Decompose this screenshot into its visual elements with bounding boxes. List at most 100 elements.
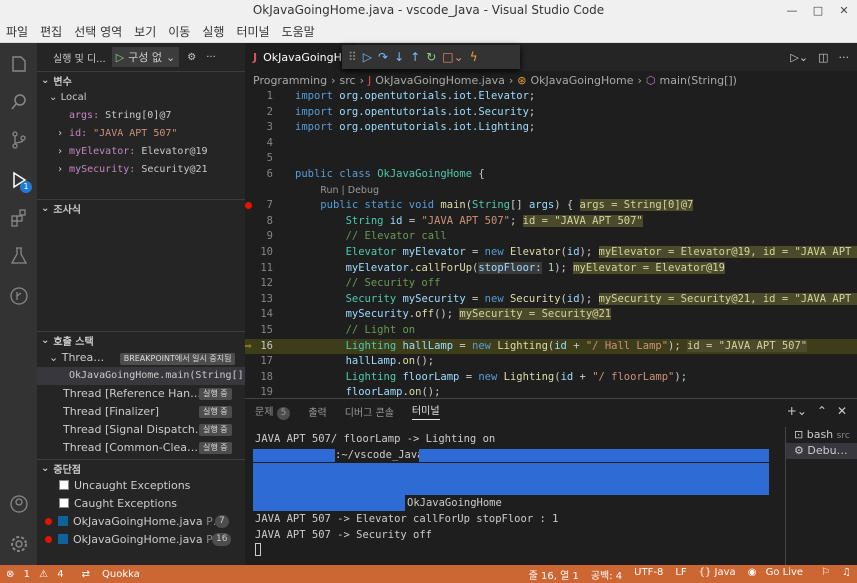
feedback-icon[interactable]: ⚐ <box>815 567 836 582</box>
redacted-block <box>253 479 769 495</box>
breakpoint-caught[interactable]: Caught Exceptions <box>37 495 245 513</box>
breadcrumb: Programming › src › J OkJavaGoingHome.java ›… <box>253 73 737 87</box>
variable-id[interactable]: › id: "JAVA APT 507" <box>37 125 245 143</box>
run-file-icon[interactable]: ▷⌄ <box>790 51 808 64</box>
variable-myelevator[interactable]: › myElevator: Elevator@19 <box>37 143 245 161</box>
breakpoint-uncaught[interactable]: Uncaught Exceptions <box>37 477 245 495</box>
debug-settings-icon[interactable]: ⚙ <box>187 52 196 63</box>
explorer-icon[interactable] <box>0 47 37 81</box>
checkbox[interactable] <box>59 480 69 490</box>
menu-view[interactable]: 보기 <box>128 23 162 40</box>
terminal-item-bash[interactable]: ⊡ bash src <box>786 427 857 443</box>
java-file-icon: J <box>253 50 258 64</box>
menu-edit[interactable]: 편집 <box>34 23 68 40</box>
variable-args[interactable]: args: String[0]@7 <box>37 107 245 125</box>
more-actions-icon[interactable]: ··· <box>839 51 850 64</box>
breakpoint-line-16[interactable]: OkJavaGoingHome.java P…16 <box>37 531 245 549</box>
more-actions-icon[interactable]: ··· <box>206 52 216 63</box>
terminal-output[interactable]: JAVA APT 507/ floorLamp -> Lighting on :… <box>253 431 775 559</box>
tab-problems[interactable]: 문제 5 <box>255 403 291 420</box>
tab-debug-console[interactable]: 디버그 콘솔 <box>345 404 394 419</box>
launch-config-select[interactable]: ▷ 구성 없 ⌄ <box>111 47 180 67</box>
redacted-block <box>419 449 769 462</box>
maximize-button[interactable]: □ <box>805 0 831 21</box>
checkbox[interactable] <box>59 498 69 508</box>
code-line: 14 mySecurity.off(); mySecurity = Securi… <box>260 308 612 321</box>
quokka-status[interactable]: Quokka <box>96 569 146 580</box>
menu-selection[interactable]: 선택 영역 <box>68 23 128 40</box>
gear-icon[interactable] <box>0 527 37 561</box>
run-debug-codelens[interactable]: Run | Debug <box>320 185 379 196</box>
thread-finalizer[interactable]: Thread [Finalizer] 실행 중 <box>37 403 245 421</box>
terminal-line: JAVA APT 507 -> Elevator callForUp stopF… <box>255 513 559 525</box>
problems-status[interactable]: ⊗ 1 ⚠ 4 <box>0 569 76 580</box>
git-graph-icon[interactable] <box>0 279 37 313</box>
step-over-icon[interactable]: ↷ <box>378 50 388 64</box>
stack-frame-main[interactable]: OkJavaGoingHome.main(String[]) <box>37 367 245 385</box>
current-breakpoint-icon: ⇨ <box>245 339 252 352</box>
menu-terminal[interactable]: 터미널 <box>230 23 275 40</box>
step-into-icon[interactable]: ↓ <box>394 50 404 64</box>
menu-help[interactable]: 도움말 <box>276 23 321 40</box>
thread-signal-dispatcher[interactable]: Thread [Signal Dispatch… 실행 중 <box>37 421 245 439</box>
code-line: 9 // Elevator call <box>266 230 447 243</box>
breakpoint-line-7[interactable]: OkJavaGoingHome.java P…7 <box>37 513 245 531</box>
run-debug-icon[interactable]: 1 <box>0 163 37 197</box>
variable-mysecurity[interactable]: › mySecurity: Security@21 <box>37 161 245 179</box>
restart-icon[interactable]: ↻ <box>426 50 436 64</box>
variables-header[interactable]: ⌄ 변수 <box>37 71 245 89</box>
tab-terminal[interactable]: 터미널 <box>411 402 440 420</box>
extensions-icon[interactable] <box>0 201 37 235</box>
config-label: 구성 없 <box>128 51 163 64</box>
menu-file[interactable]: 파일 <box>0 23 34 40</box>
terminal-item-debug[interactable]: ⚙ Debu… <box>786 443 857 459</box>
code-line: 8 String id = "JAVA APT 507"; id = "JAVA… <box>266 214 643 227</box>
code-line: 1 import org.opentutorials.iot.Elevator; <box>266 90 536 102</box>
cursor-position[interactable]: 줄 16, 열 1 <box>523 567 585 582</box>
step-out-icon[interactable]: ↑ <box>410 50 420 64</box>
menu-run[interactable]: 실행 <box>196 23 230 40</box>
watch-header[interactable]: ⌄ 조사식 <box>37 199 245 217</box>
editor: J OkJavaGoingHo ▷⌄ ◫ ··· ⠿ ▷ ↷ ↓ ↑ ↻ □⌄ ϟ… <box>245 43 857 398</box>
debug-status-icon[interactable]: ⇄ <box>76 569 96 580</box>
search-icon[interactable] <box>0 85 37 119</box>
menu-go[interactable]: 이동 <box>162 23 196 40</box>
editor-tab[interactable]: J OkJavaGoingHo <box>245 43 357 71</box>
checkbox[interactable] <box>58 516 68 526</box>
encoding[interactable]: UTF-8 <box>628 567 669 582</box>
terminal-prompt: :~/vscode_Java$ <box>253 447 775 463</box>
chevron-down-icon: ⌄ <box>41 463 50 474</box>
new-terminal-icon[interactable]: +⌄ <box>787 404 807 418</box>
terminal-line: JAVA APT 507 -> Security off <box>255 529 433 541</box>
tab-output[interactable]: 출력 <box>308 404 326 419</box>
stop-icon[interactable]: □⌄ <box>442 50 463 64</box>
split-editor-icon[interactable]: ◫ <box>818 51 828 64</box>
continue-icon[interactable]: ▷ <box>363 50 372 64</box>
start-debug-icon[interactable]: ▷ <box>116 51 124 64</box>
language-mode[interactable]: {} Java <box>693 567 742 582</box>
menu-bar: 파일 편집 선택 영역 보기 이동 실행 터미널 도움말 <box>0 21 857 43</box>
account-icon[interactable] <box>0 487 37 521</box>
chevron-up-icon[interactable]: ⌃ <box>817 404 827 418</box>
callstack-header[interactable]: ⌄ 호출 스택 <box>37 331 245 349</box>
gear-icon: ⚙ <box>794 444 804 457</box>
drag-handle-icon[interactable]: ⠿ <box>348 50 357 64</box>
thread-common-cleaner[interactable]: Thread [Common-Clea… 실행 중 <box>37 439 245 457</box>
indentation[interactable]: 공백: 4 <box>585 567 628 582</box>
close-button[interactable]: ✕ <box>831 0 857 21</box>
breakpoints-header[interactable]: ⌄ 중단점 <box>37 459 245 477</box>
close-panel-icon[interactable]: ✕ <box>837 404 847 418</box>
notifications-icon[interactable]: ♫ <box>836 567 857 582</box>
testing-icon[interactable] <box>0 239 37 273</box>
title-bar: OkJavaGoingHome.java - vscode_Java - Vis… <box>0 0 857 21</box>
checkbox[interactable] <box>58 534 68 544</box>
local-scope[interactable]: ⌄ Local <box>37 89 245 107</box>
go-live-button[interactable]: ◉ Go Live <box>742 567 815 582</box>
line-ending[interactable]: LF <box>669 567 692 582</box>
terminal-icon: ⊡ <box>794 428 804 441</box>
hot-code-replace-icon[interactable]: ϟ <box>470 50 478 64</box>
minimize-button[interactable]: — <box>779 0 805 21</box>
source-control-icon[interactable] <box>0 123 37 157</box>
thread-main[interactable]: ⌄ Threa… BREAKPOINT에서 일시 중지됨 <box>37 349 245 367</box>
thread-reference-handler[interactable]: Thread [Reference Han… 실행 중 <box>37 385 245 403</box>
